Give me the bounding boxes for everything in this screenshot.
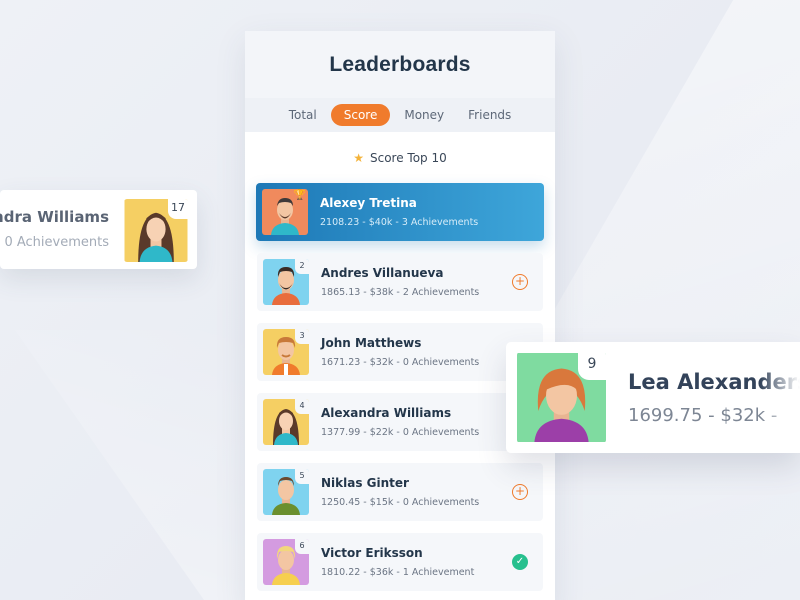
player-name: andra Williams <box>0 208 109 226</box>
player-info: Niklas Ginter 1250.45 - $15k - 0 Achieve… <box>321 476 479 508</box>
player-stats: 1810.22 - $36k - 1 Achievement <box>321 567 475 578</box>
add-friend-button[interactable]: + <box>512 274 528 290</box>
avatar: 🏆 <box>262 189 308 235</box>
fade-overlay <box>760 342 800 453</box>
tab-bar: Total Score Money Friends <box>245 98 555 132</box>
list-item[interactable]: 🏆 Alexey Tretina 2108.23 - $40k - 3 Achi… <box>256 183 544 241</box>
floating-card-right[interactable]: 9 Lea Alexanderss 1699.75 - $32k - <box>506 342 800 453</box>
rank-badge: 6 <box>295 539 309 554</box>
avatar: 6 <box>263 539 309 585</box>
avatar: 2 <box>263 259 309 305</box>
subtitle-text: Score Top 10 <box>370 150 447 165</box>
list-item[interactable]: 3 John Matthews 1671.23 - $32k - 0 Achie… <box>257 323 543 381</box>
list-item[interactable]: 5 Niklas Ginter 1250.45 - $15k - 0 Achie… <box>257 463 543 521</box>
friend-added-button[interactable]: ✓ <box>512 554 528 570</box>
rank-badge: 4 <box>295 399 309 414</box>
avatar: 4 <box>263 399 309 445</box>
avatar: 5 <box>263 469 309 515</box>
player-info: Alexey Tretina 2108.23 - $40k - 3 Achiev… <box>320 196 478 228</box>
add-friend-button[interactable]: + <box>512 484 528 500</box>
rank-badge: 2 <box>295 259 309 274</box>
list-item[interactable]: 2 Andres Villanueva 1865.13 - $38k - 2 A… <box>257 253 543 311</box>
list-item[interactable]: 4 Alexandra Williams 1377.99 - $22k - 0 … <box>257 393 543 451</box>
tab-score[interactable]: Score <box>330 104 391 126</box>
leaderboard-panel: Leaderboards Total Score Money Friends ★… <box>245 31 555 600</box>
player-stats: 1250.45 - $15k - 0 Achievements <box>321 497 480 508</box>
player-name: Niklas Ginter <box>321 476 409 490</box>
player-name: Victor Eriksson <box>321 546 423 560</box>
player-stats: 1865.13 - $38k - 2 Achievements <box>321 287 480 298</box>
panel-header: Leaderboards <box>245 31 555 98</box>
player-stats: 2108.23 - $40k - 3 Achievements <box>320 217 479 228</box>
tab-money[interactable]: Money <box>394 104 454 126</box>
player-stats: 0 Achievements <box>4 235 109 250</box>
rank-badge: 17 <box>168 199 188 219</box>
list-item[interactable]: 6 Victor Eriksson 1810.22 - $36k - 1 Ach… <box>257 533 543 591</box>
player-info: Alexandra Williams 1377.99 - $22k - 0 Ac… <box>321 406 479 438</box>
check-icon: ✓ <box>515 556 525 567</box>
plus-icon: + <box>514 274 526 288</box>
player-name: Alexandra Williams <box>321 406 452 420</box>
rank-badge: 5 <box>295 469 309 484</box>
star-icon: ★ <box>353 150 364 165</box>
player-info: John Matthews 1671.23 - $32k - 0 Achieve… <box>321 336 479 368</box>
avatar: 17 <box>124 199 188 262</box>
player-info: Victor Eriksson 1810.22 - $36k - 1 Achie… <box>321 546 474 578</box>
avatar: 3 <box>263 329 309 375</box>
section-subtitle: ★ Score Top 10 <box>245 132 555 183</box>
player-name: Andres Villanueva <box>321 266 444 280</box>
player-name: John Matthews <box>321 336 422 350</box>
floating-card-left[interactable]: andra Williams 0 Achievements 17 <box>0 190 197 269</box>
plus-icon: + <box>514 484 526 498</box>
tab-friends[interactable]: Friends <box>458 104 521 126</box>
avatar: 9 <box>517 352 606 443</box>
tab-total[interactable]: Total <box>279 104 327 126</box>
player-name: Alexey Tretina <box>320 196 417 210</box>
player-stats: 1671.23 - $32k - 0 Achievements <box>321 357 480 368</box>
page-title: Leaderboards <box>329 52 471 76</box>
trophy-icon: 🏆 <box>293 190 306 201</box>
player-info: Andres Villanueva 1865.13 - $38k - 2 Ach… <box>321 266 479 298</box>
floating-card-left-text: andra Williams 0 Achievements <box>0 208 109 250</box>
rank-badge: 9 <box>578 352 606 380</box>
player-stats: 1377.99 - $22k - 0 Achievements <box>321 427 480 438</box>
rank-badge: 3 <box>295 329 309 344</box>
